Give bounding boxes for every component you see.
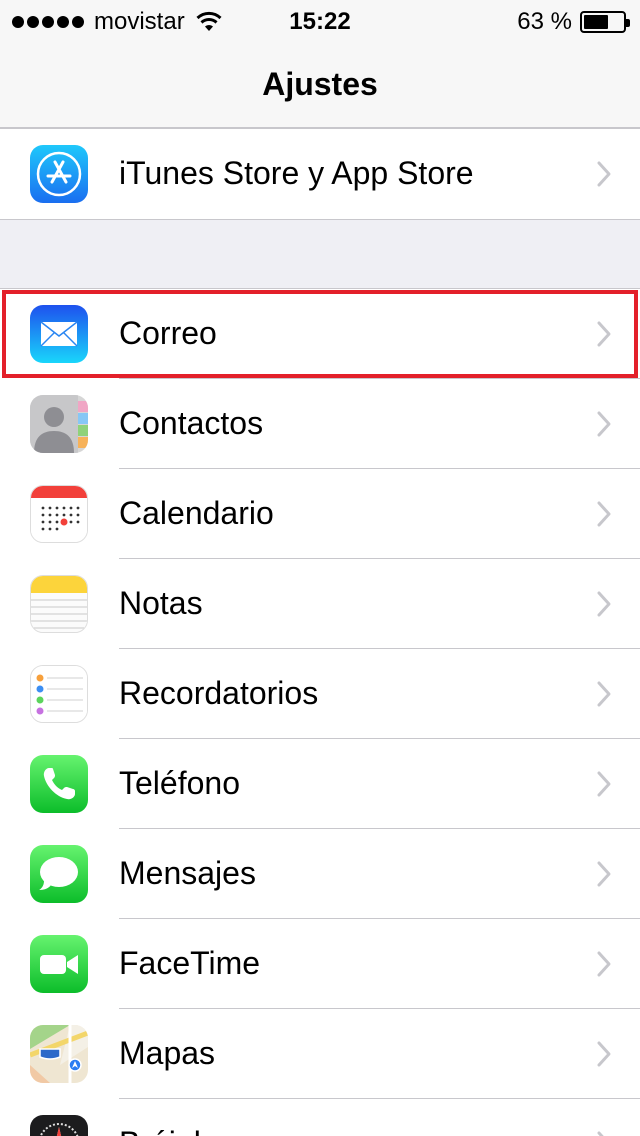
messages-icon: [30, 845, 88, 903]
settings-group-store: iTunes Store y App Store: [0, 128, 640, 220]
settings-row-label: Teléfono: [119, 765, 240, 801]
chevron-right-icon: [597, 321, 611, 347]
settings-row-label: Notas: [119, 585, 203, 621]
facetime-icon: [30, 935, 88, 993]
reminders-icon: [30, 665, 88, 723]
chevron-right-icon: [597, 771, 611, 797]
chevron-right-icon: [597, 1131, 604, 1136]
settings-row-label: iTunes Store y App Store: [119, 155, 474, 191]
status-bar: movistar 15:22 63 %: [0, 0, 640, 40]
settings-group-apps: Correo Contactos Calendario Notas Record…: [0, 288, 640, 1136]
battery-icon: [580, 11, 630, 33]
phone-icon: [30, 755, 88, 813]
settings-row-label: Mensajes: [119, 855, 256, 891]
settings-row-label: Correo: [119, 315, 217, 351]
settings-row-label: Recordatorios: [119, 675, 319, 711]
page-title: Ajustes: [262, 66, 378, 102]
chevron-right-icon: [597, 501, 611, 527]
settings-row-label: Calendario: [119, 495, 274, 531]
chevron-right-icon: [597, 411, 611, 437]
calendar-icon: [30, 485, 88, 543]
settings-row-label: Contactos: [119, 405, 264, 441]
maps-icon: [30, 1025, 88, 1083]
compass-icon: [30, 1115, 88, 1136]
chevron-right-icon: [597, 1041, 611, 1067]
settings-row-label: Brújula: [119, 1125, 219, 1136]
mail-icon: [30, 305, 88, 363]
chevron-right-icon: [597, 861, 611, 887]
battery-fill: [584, 15, 608, 29]
battery-percentage: 63 %: [517, 8, 572, 35]
settings-row-mensajes[interactable]: Mensajes: [0, 829, 640, 919]
navigation-bar: Ajustes: [0, 40, 640, 128]
settings-row-calendario[interactable]: Calendario: [0, 469, 640, 559]
contacts-icon: [30, 395, 88, 453]
settings-row-contactos[interactable]: Contactos: [0, 379, 640, 469]
settings-row-itunes-app-store[interactable]: iTunes Store y App Store: [0, 129, 640, 219]
chevron-right-icon: [597, 591, 611, 617]
settings-row-facetime[interactable]: FaceTime: [0, 919, 640, 1009]
settings-row-notas[interactable]: Notas: [0, 559, 640, 649]
chevron-right-icon: [597, 681, 611, 707]
settings-row-label: Mapas: [119, 1035, 216, 1071]
chevron-right-icon: [597, 161, 611, 187]
settings-row-mapas[interactable]: Mapas: [0, 1009, 640, 1099]
settings-row-recordatorios[interactable]: Recordatorios: [0, 649, 640, 739]
notes-icon: [30, 575, 88, 633]
settings-row-brujula[interactable]: Brújula: [0, 1099, 640, 1136]
chevron-right-icon: [597, 951, 611, 977]
settings-row-telefono[interactable]: Teléfono: [0, 739, 640, 829]
app-store-icon: [30, 145, 88, 203]
settings-row-correo[interactable]: Correo: [0, 289, 640, 379]
status-right: 63 %: [517, 8, 630, 36]
settings-row-label: FaceTime: [119, 945, 261, 981]
